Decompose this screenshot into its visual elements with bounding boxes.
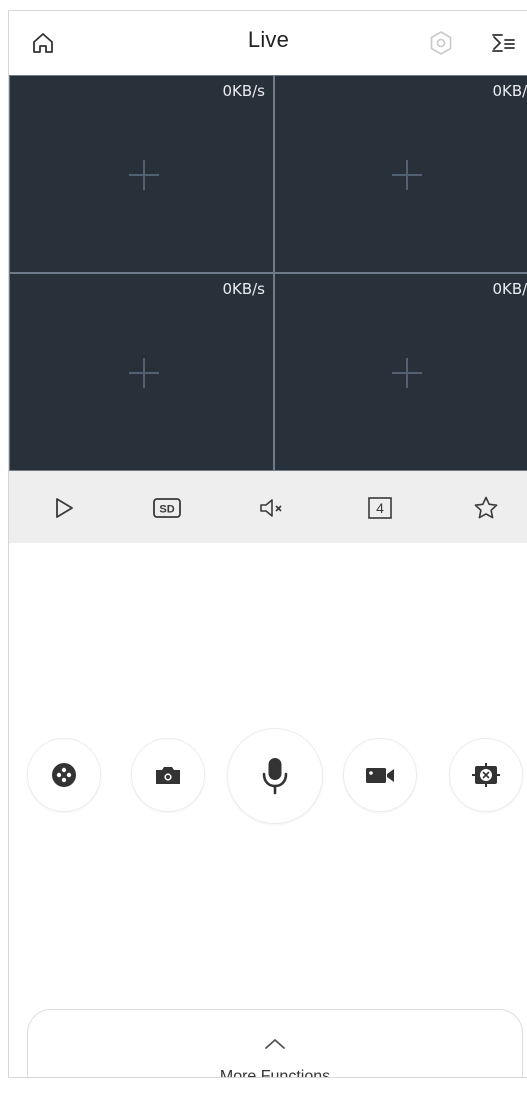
playback-toolbar: SD 4 [9,471,527,543]
favorite-star-icon[interactable] [471,493,501,523]
live-screen: Live 0KB/s 0KB/s [8,10,527,1078]
microphone-icon [262,758,288,795]
video-grid: 0KB/s 0KB/s 0KB/s 0KB/s [9,75,527,471]
add-device-icon[interactable] [392,160,422,190]
ptz-icon [52,763,76,787]
bitrate-label: 0KB/s [492,82,527,100]
talk-button[interactable] [227,728,323,824]
snapshot-button[interactable] [131,738,205,812]
snapshot-camera-icon [156,767,180,784]
add-device-icon[interactable] [129,160,159,190]
list-collapse-icon[interactable] [489,29,517,57]
capture-icon [472,763,500,787]
more-functions-label: More Functions [219,1068,331,1078]
chevron-up-icon[interactable] [28,1036,522,1052]
settings-icon[interactable] [427,29,455,57]
bitrate-label: 0KB/s [222,280,265,298]
play-icon[interactable] [49,493,79,523]
split-screen-icon[interactable]: 4 [365,493,395,523]
video-channel-4[interactable]: 0KB/s [274,273,527,471]
split-count-label: 4 [376,500,384,516]
ptz-button[interactable] [27,738,101,812]
mute-icon[interactable] [257,493,287,523]
record-button[interactable] [343,738,417,812]
video-channel-3[interactable]: 0KB/s [9,273,274,471]
video-channel-1[interactable]: 0KB/s [9,75,274,273]
capture-button[interactable] [449,738,523,812]
bitrate-label: 0KB/s [222,82,265,100]
sd-quality-icon[interactable]: SD [152,493,182,523]
add-device-icon[interactable] [129,358,159,388]
sd-quality-label: SD [159,504,174,516]
bitrate-label: 0KB/s [492,280,527,298]
add-device-icon[interactable] [392,358,422,388]
header-bar: Live [9,11,527,75]
video-channel-2[interactable]: 0KB/s [274,75,527,273]
more-functions-panel[interactable]: More Functions [27,1009,523,1078]
record-video-icon [366,768,394,783]
